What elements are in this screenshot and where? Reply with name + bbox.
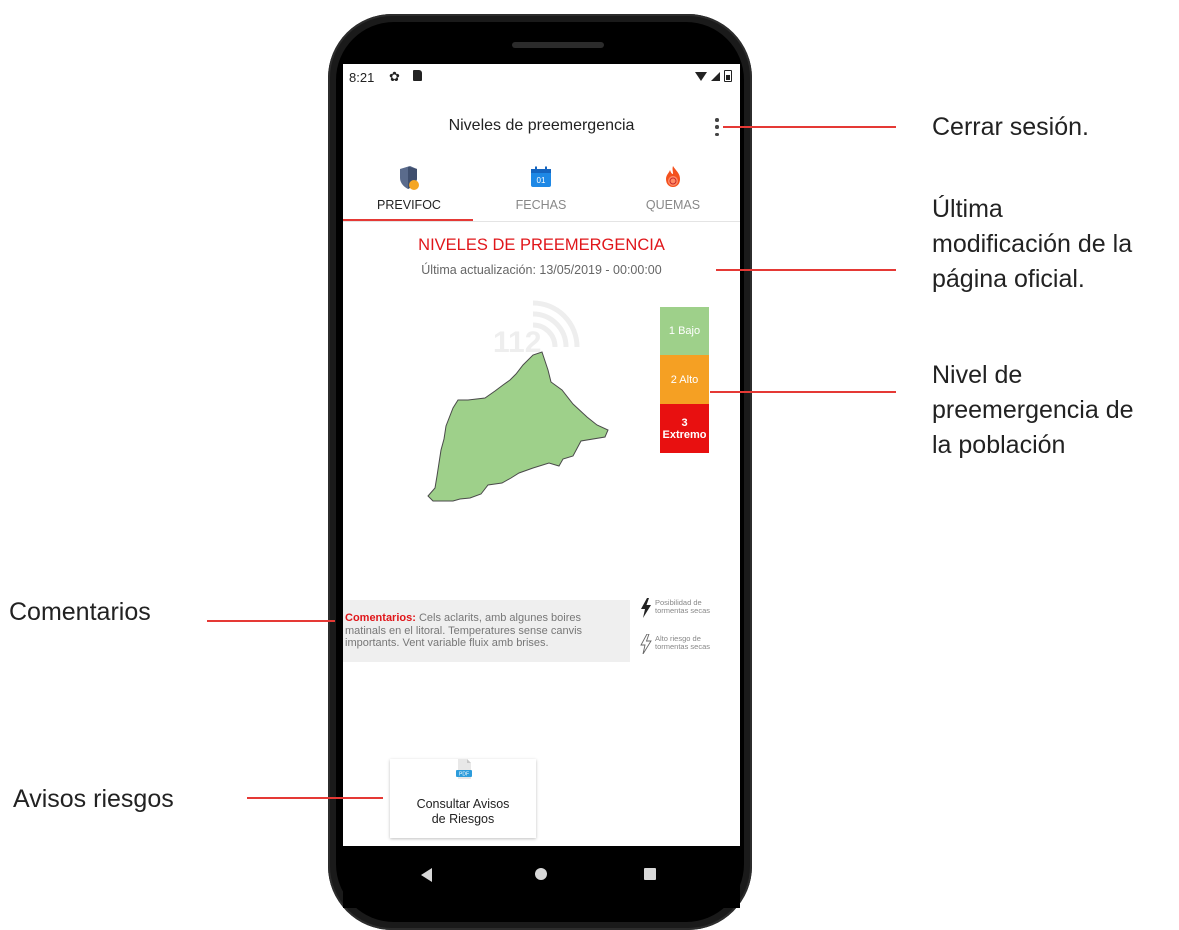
annotation-level-line2: preemergencia de [932,396,1134,424]
tab-label: PREVIFOC [377,198,441,212]
pdf-icon: PDF [456,759,472,779]
legend-text: Posibilidad de tormentas secas [655,598,711,615]
level-extreme-number: 3 [681,416,688,429]
status-icons [695,70,732,82]
status-time: 8:21 [349,70,375,85]
watermark-112: 112 [493,326,541,359]
last-update-text: Última actualización: 13/05/2019 - 00:00… [421,263,662,277]
annotation-level: Nivel de preemergencia de la población [932,358,1134,463]
annotation-line-risk [247,797,383,799]
tab-quemas[interactable]: QUEMAS [607,162,739,220]
sd-card-icon [413,70,422,81]
legend-text: Alto riesgo de tormentas secas [655,634,711,651]
menu-dot [715,118,719,122]
shield-icon [400,166,419,190]
annotation-level-line3: la población [932,431,1066,459]
phone-speaker [512,42,604,48]
annotation-last-update-line1: Última [932,195,1003,223]
calendar-icon: 01 [531,166,551,187]
home-icon[interactable] [535,868,547,880]
tab-label: FECHAS [515,198,567,212]
battery-icon [724,70,732,82]
annotation-risk: Avisos riesgos [13,785,174,813]
annotation-last-update: Última modificación de la página oficial… [932,192,1132,297]
risk-button-line2: de Riesgos [431,812,495,826]
level-low: 1 Bajo [660,307,709,355]
menu-dot [715,132,719,136]
comments-label: Comentarios: [345,612,416,624]
annotation-last-update-line3: página oficial. [932,265,1085,293]
android-nav-bar [343,846,740,908]
wifi-icon [695,71,707,81]
lightning-filled-icon [641,598,651,618]
recent-apps-icon[interactable] [644,868,656,880]
app-title: Niveles de preemergencia [448,117,635,134]
level-extreme: 3 Extremo [660,404,709,453]
annotation-level-line1: Nivel de [932,361,1023,389]
tab-previfoc[interactable]: PREVIFOC [343,162,475,220]
annotation-line-last-update [716,269,896,271]
tab-indicator [343,219,473,221]
level-extreme-name: Extremo [662,428,707,441]
overflow-menu-icon[interactable] [712,116,722,138]
annotation-line-level [710,391,896,393]
level-high: 2 Alto [660,355,709,404]
fire-icon [666,166,680,187]
risk-button-line1: Consultar Avisos [416,797,510,811]
phone-screen: 8:21 ✿ Niveles de preemergencia PREVIFOC… [343,64,740,846]
region-map: 112 [427,300,609,502]
comments-box: Comentarios: Cels aclarits, amb algunes … [343,600,630,662]
signal-icon [711,71,720,81]
menu-dot [715,125,719,129]
consult-risk-warnings-button[interactable]: PDF Consultar Avisos de Riesgos [390,759,536,838]
tab-label: QUEMAS [645,198,701,212]
back-icon[interactable] [421,868,432,882]
municipality-shape [427,351,609,502]
annotation-comments: Comentarios [9,598,151,626]
annotation-last-update-line2: modificación de la [932,230,1133,258]
pdf-icon-text: PDF [459,772,469,778]
annotation-line-logout [723,126,896,128]
lightning-outline-icon [640,634,652,654]
section-title: NIVELES DE PREEMERGENCIA [418,236,665,254]
settings-status-icon: ✿ [389,69,400,84]
tab-divider [343,221,740,222]
risk-button-label: Consultar Avisos de Riesgos [390,797,536,827]
annotation-line-comments [207,620,335,622]
calendar-day: 01 [537,176,546,185]
tab-fechas[interactable]: 01 FECHAS [475,162,607,220]
annotation-logout: Cerrar sesión. [932,113,1089,141]
